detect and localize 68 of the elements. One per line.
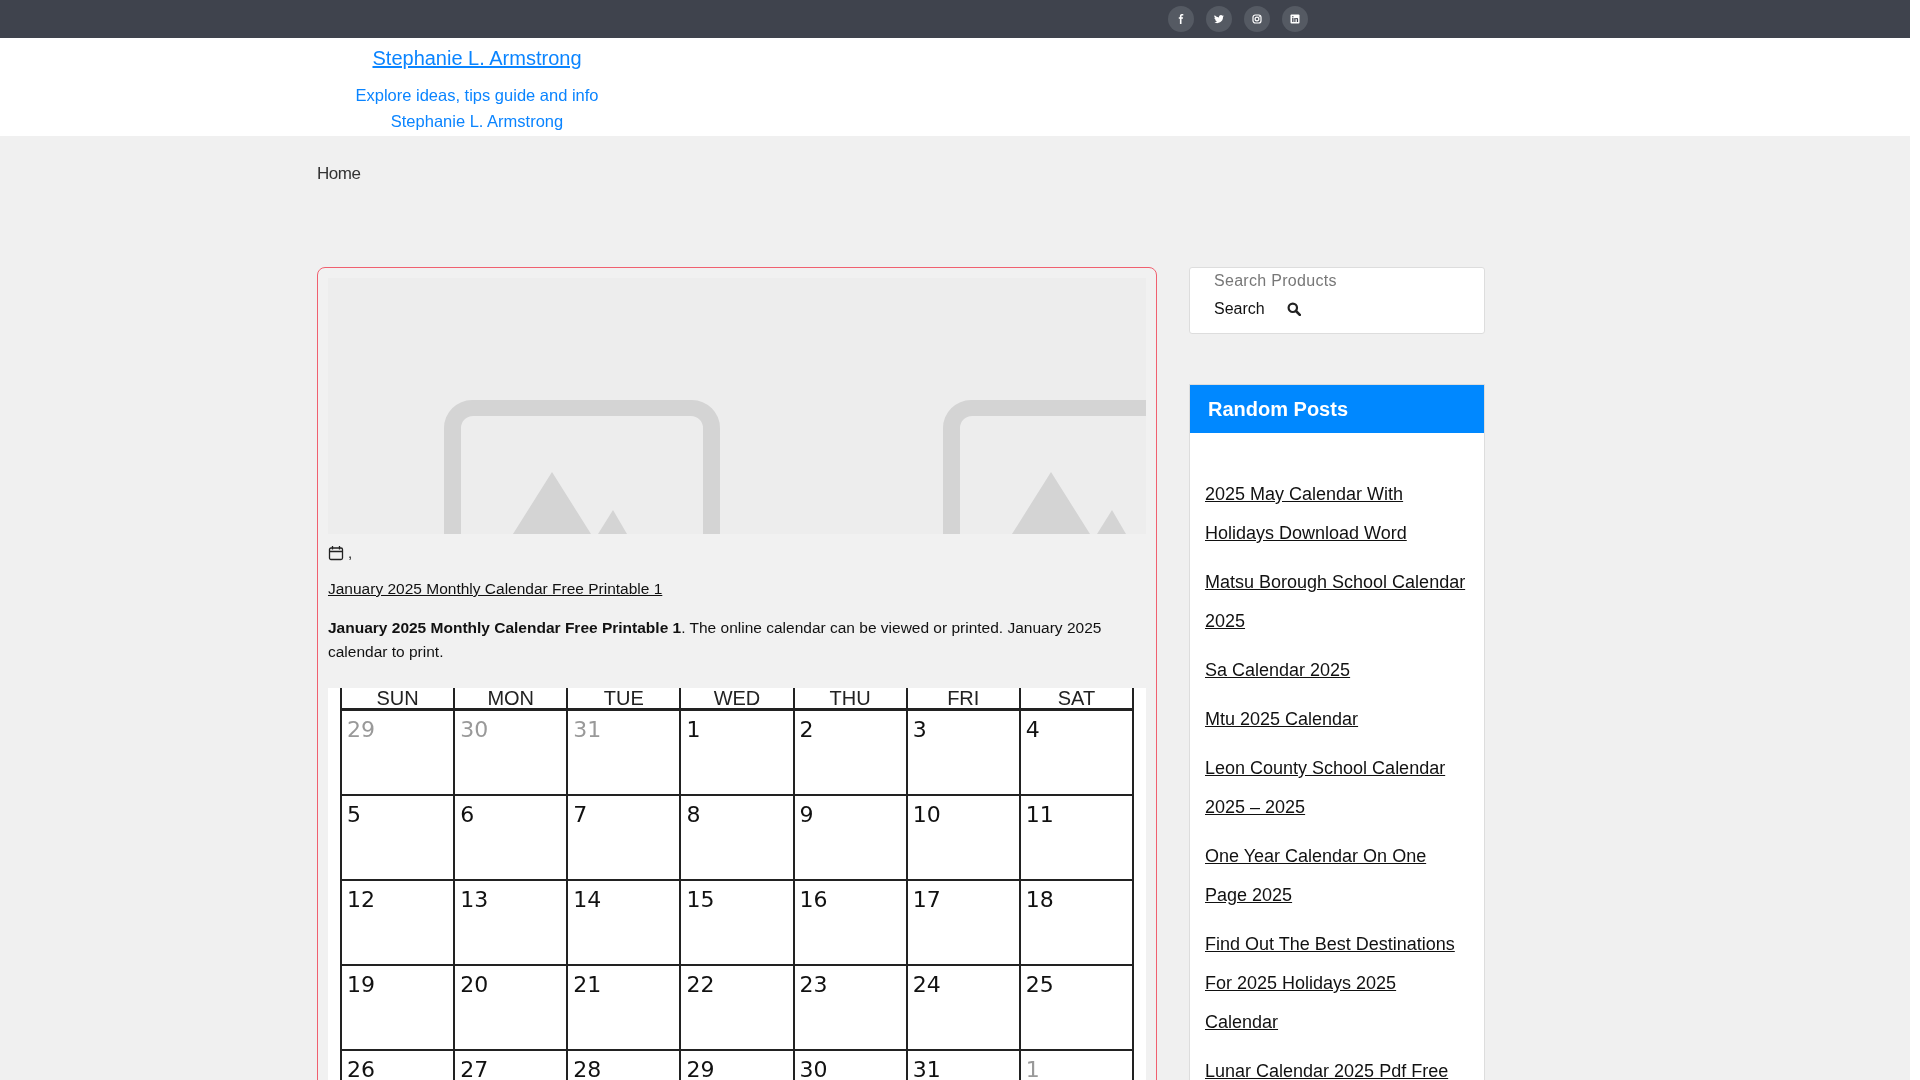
day-number: 10 <box>912 802 941 827</box>
day-number: 31 <box>573 717 602 742</box>
day-number: 14 <box>573 887 602 912</box>
post-link[interactable]: Matsu Borough School Calendar 2025 <box>1205 563 1470 641</box>
facebook-icon[interactable] <box>1168 6 1194 32</box>
day-number: 6 <box>460 802 475 827</box>
day-number: 30 <box>799 1057 828 1080</box>
day-number: 21 <box>573 972 602 997</box>
site-tagline: Explore ideas, tips guide and info <box>355 85 599 106</box>
day-number: 29 <box>686 1057 715 1080</box>
weekday-label: FRI <box>907 688 1021 711</box>
day-number: 16 <box>799 887 828 912</box>
post-link[interactable]: Leon County School Calendar 2025 – 2025 <box>1205 749 1470 827</box>
day-number: 27 <box>460 1057 489 1080</box>
day-number: 2 <box>799 717 814 742</box>
day-number: 11 <box>1025 802 1054 827</box>
weekday-label: TUE <box>568 688 682 711</box>
post-link[interactable]: Mtu 2025 Calendar <box>1205 700 1470 739</box>
site-subtitle: Stephanie L. Armstrong <box>390 111 564 132</box>
day-number: 8 <box>686 802 701 827</box>
search-icon <box>1286 302 1301 316</box>
day-number: 18 <box>1025 887 1054 912</box>
day-number: 31 <box>912 1057 941 1080</box>
image-icon <box>943 400 1146 534</box>
day-number: 30 <box>460 717 489 742</box>
day-number: 26 <box>347 1057 375 1080</box>
weekday-label: SAT <box>1020 688 1134 711</box>
calendar-icon <box>328 544 344 561</box>
post-meta: , <box>348 544 353 561</box>
day-number: 17 <box>912 887 941 912</box>
widget-title: Random Posts <box>1190 385 1484 433</box>
post-link[interactable]: Find Out The Best Destinations For 2025 Holidays 2025 Calendar <box>1205 925 1470 1042</box>
weekday-label: THU <box>794 688 908 711</box>
day-number: 15 <box>686 887 715 912</box>
post-link[interactable]: One Year Calendar On One Page 2025 <box>1205 837 1470 915</box>
post-link[interactable]: 2025 May Calendar With Holidays Download Word <box>1205 475 1470 553</box>
nav-link[interactable]: Home <box>317 164 361 184</box>
day-number: 13 <box>460 887 489 912</box>
post-excerpt: January 2025 Monthly Calendar Free Printable 1. The online calendar can be viewed or printed. January 2025 calendar to print. <box>328 618 1103 662</box>
day-number: 1 <box>1025 1057 1040 1080</box>
day-number: 4 <box>1025 717 1040 742</box>
day-number: 12 <box>347 887 375 912</box>
day-number: 1 <box>686 717 701 742</box>
weekday-label: MON <box>455 688 569 711</box>
post-link[interactable]: Lunar Calendar 2025 Pdf Free <box>1205 1052 1470 1080</box>
post-title-link[interactable]: January 2025 Monthly Calendar Free Printable 1 <box>328 580 663 598</box>
day-number: 5 <box>347 802 361 827</box>
day-number: 25 <box>1025 972 1054 997</box>
linkedin-icon[interactable] <box>1282 6 1308 32</box>
image-icon <box>444 400 720 534</box>
day-number: 19 <box>347 972 375 997</box>
day-number: 20 <box>460 972 489 997</box>
twitter-icon[interactable] <box>1206 6 1232 32</box>
day-number: 29 <box>347 717 375 742</box>
day-number: 23 <box>799 972 828 997</box>
weekday-label: SUN <box>342 688 456 711</box>
day-number: 9 <box>799 802 814 827</box>
day-number: 24 <box>912 972 941 997</box>
day-number: 28 <box>573 1057 602 1080</box>
day-number: 3 <box>912 717 927 742</box>
search-button[interactable]: Search <box>1214 300 1301 318</box>
post-link[interactable]: Sa Calendar 2025 <box>1205 651 1470 690</box>
day-number: 7 <box>573 802 588 827</box>
instagram-icon[interactable] <box>1244 6 1270 32</box>
site-title[interactable]: Stephanie L. Armstrong <box>372 43 582 73</box>
search-widget[interactable]: Search Products Search <box>1189 267 1485 334</box>
weekday-label: WED <box>681 688 795 711</box>
day-number: 22 <box>686 972 715 997</box>
